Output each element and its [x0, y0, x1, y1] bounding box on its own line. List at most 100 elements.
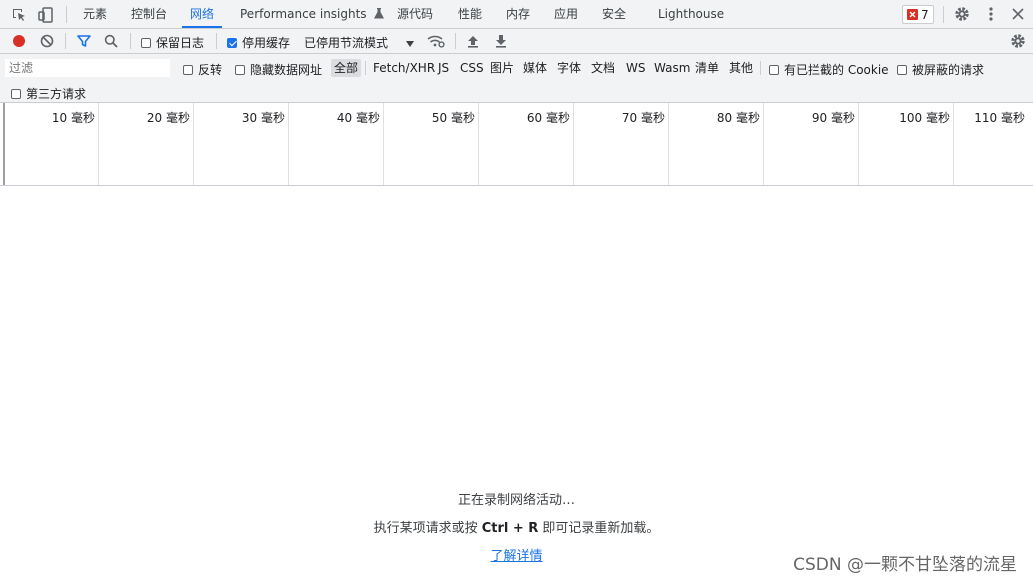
timeline-tick-label: 70 毫秒	[621, 111, 665, 125]
learn-more-link[interactable]: 了解详情	[490, 549, 542, 564]
tab-network[interactable]: 网络	[182, 0, 223, 28]
divider	[760, 61, 761, 75]
blocked-cookies-label: 有已拦截的 Cookie	[784, 63, 889, 77]
tab-performance-insights[interactable]: Performance insights	[240, 0, 385, 29]
timeline-gridline	[98, 103, 99, 185]
blocked-cookies-checkbox[interactable]: 有已拦截的 Cookie	[769, 61, 889, 78]
timeline-tick-label: 30 毫秒	[241, 111, 285, 125]
timeline-tick-label: 60 毫秒	[526, 111, 570, 125]
filter-funnel-icon[interactable]	[74, 31, 94, 51]
tab-memory[interactable]: 内存	[506, 0, 530, 28]
timeline-tick-label: 110 毫秒	[974, 111, 1025, 125]
timeline-gridline	[478, 103, 479, 185]
invert-checkbox[interactable]: 反转	[183, 61, 222, 78]
invert-label: 反转	[198, 63, 223, 77]
type-filter-manifest[interactable]: 清单	[695, 59, 719, 77]
throttling-value: 已停用节流模式	[304, 36, 389, 50]
type-filter-doc[interactable]: 文档	[591, 59, 615, 77]
preserve-log-checkbox[interactable]: 保留日志	[141, 34, 204, 51]
timeline-gridline	[193, 103, 194, 185]
issues-counter[interactable]: 7	[902, 5, 934, 24]
type-filter-css[interactable]: CSS	[460, 59, 484, 77]
settings-gear-icon[interactable]	[952, 4, 972, 24]
type-filter-all[interactable]: 全部	[331, 59, 362, 77]
timeline-gridline	[383, 103, 384, 185]
divider	[130, 33, 131, 49]
hide-data-urls-box[interactable]	[235, 64, 245, 75]
preserve-log-box[interactable]	[141, 37, 151, 48]
timeline-tick-label: 20 毫秒	[146, 111, 190, 125]
divider	[455, 33, 456, 49]
third-party-checkbox[interactable]: 第三方请求	[11, 85, 86, 102]
type-filter-ws[interactable]: WS	[626, 59, 645, 77]
dropdown-arrow-icon	[406, 36, 415, 50]
network-toolbar: 保留日志 停用缓存 已停用节流模式	[0, 29, 1033, 54]
tab-console[interactable]: 控制台	[131, 0, 167, 28]
divider	[66, 6, 67, 23]
close-icon[interactable]	[1008, 4, 1028, 24]
more-options-icon[interactable]	[981, 4, 1001, 24]
reload-hint: 执行某项请求或按 Ctrl + R 即可记录重新加载。	[0, 517, 1033, 536]
timeline-gridline	[858, 103, 859, 185]
type-filter-js[interactable]: JS	[438, 59, 449, 77]
disable-cache-box[interactable]	[227, 37, 237, 48]
record-icon[interactable]	[9, 31, 29, 51]
devtools-tabbar: 元素 控制台 网络 Performance insights 源代码 性能 内存…	[0, 0, 1033, 29]
tab-application[interactable]: 应用	[554, 0, 578, 28]
divider	[943, 6, 944, 23]
tab-sources[interactable]: 源代码	[397, 0, 433, 28]
type-filter-font[interactable]: 字体	[557, 59, 581, 77]
type-filter-fetch-xhr[interactable]: Fetch/XHR	[373, 59, 435, 77]
type-filter-wasm[interactable]: Wasm	[654, 59, 690, 77]
experiment-flask-icon	[374, 1, 385, 29]
export-har-download-icon[interactable]	[491, 31, 511, 51]
reload-hint-after: 即可记录重新加载。	[538, 521, 660, 536]
timeline-gridline	[668, 103, 669, 185]
tab-security[interactable]: 安全	[602, 0, 626, 28]
import-har-upload-icon[interactable]	[463, 31, 483, 51]
tab-performance-insights-label: Performance insights	[240, 7, 367, 21]
timeline-tick-label: 10 毫秒	[51, 111, 95, 125]
timeline-tick-label: 90 毫秒	[811, 111, 855, 125]
disable-cache-label: 停用缓存	[242, 36, 291, 50]
type-filter-img[interactable]: 图片	[490, 59, 514, 77]
csdn-watermark: CSDN @一颗不甘坠落的流星	[793, 555, 1017, 575]
throttling-select[interactable]: 已停用节流模式	[304, 34, 415, 51]
type-filter-media[interactable]: 媒体	[523, 59, 547, 77]
third-party-box[interactable]	[11, 88, 21, 99]
timeline-tick-label: 40 毫秒	[336, 111, 380, 125]
divider	[365, 61, 366, 75]
blocked-requests-checkbox[interactable]: 被屏蔽的请求	[897, 61, 984, 78]
timeline-overview[interactable]: 10 毫秒 20 毫秒 30 毫秒 40 毫秒 50 毫秒 60 毫秒 70 毫…	[0, 103, 1033, 186]
tab-lighthouse[interactable]: Lighthouse	[658, 0, 724, 28]
reload-hint-before: 执行某项请求或按	[373, 521, 482, 536]
timeline-gridline	[763, 103, 764, 185]
disable-cache-checkbox[interactable]: 停用缓存	[227, 34, 290, 51]
search-icon[interactable]	[101, 31, 121, 51]
timeline-tick-label: 50 毫秒	[431, 111, 475, 125]
tab-performance[interactable]: 性能	[458, 0, 482, 28]
timeline-tick-label: 80 毫秒	[716, 111, 760, 125]
third-party-label: 第三方请求	[26, 87, 87, 101]
blocked-cookies-box[interactable]	[769, 64, 779, 75]
hide-data-urls-label: 隐藏数据网址	[250, 63, 323, 77]
divider	[216, 33, 217, 49]
type-filter-other[interactable]: 其他	[729, 59, 753, 77]
reload-shortcut-keys: Ctrl + R	[481, 521, 539, 536]
timeline-gridline	[288, 103, 289, 185]
device-toolbar-icon[interactable]	[36, 5, 56, 25]
network-settings-gear-icon[interactable]	[1008, 31, 1028, 51]
inspect-element-icon[interactable]	[9, 5, 29, 25]
divider	[65, 33, 66, 49]
issues-count: 7	[921, 7, 929, 22]
timeline-gridline	[573, 103, 574, 185]
invert-box[interactable]	[183, 64, 193, 75]
filter-input[interactable]	[5, 59, 170, 77]
clear-icon[interactable]	[37, 31, 57, 51]
network-conditions-icon[interactable]	[426, 31, 446, 51]
blocked-requests-box[interactable]	[897, 64, 907, 75]
preserve-log-label: 保留日志	[156, 36, 205, 50]
blocked-requests-label: 被屏蔽的请求	[912, 63, 985, 77]
tab-elements[interactable]: 元素	[83, 0, 107, 28]
hide-data-urls-checkbox[interactable]: 隐藏数据网址	[235, 61, 322, 78]
